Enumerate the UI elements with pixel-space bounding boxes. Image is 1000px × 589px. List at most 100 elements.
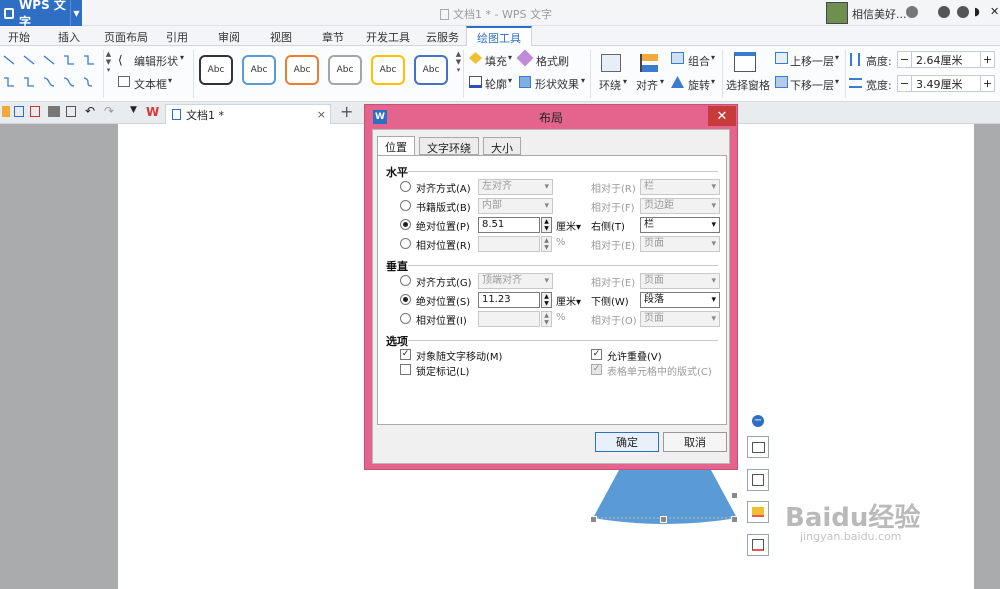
save-icon[interactable] [14,106,24,117]
v-align-radio[interactable] [400,275,411,286]
chevron-down-icon[interactable]: ▾ [581,76,585,85]
height-value[interactable]: 2.64厘米 [912,52,980,68]
allow-overlap-checkbox[interactable]: ✓ [591,349,602,360]
resize-handle[interactable] [731,492,738,499]
settings-icon[interactable] [957,6,969,18]
shape-style-1[interactable]: Abc [199,55,233,85]
h-absolute-input[interactable]: 8.51 [478,217,540,233]
print-icon[interactable] [48,106,60,117]
tab-view[interactable]: 视图 [270,29,292,45]
width-value[interactable]: 3.49厘米 [912,76,980,92]
chevron-down-icon[interactable]: ▾ [660,77,664,86]
v-absolute-input[interactable]: 11.23 [478,292,540,308]
h-absolute-rel-select[interactable]: 栏 [640,217,720,233]
h-align-radio[interactable] [400,181,411,192]
height-stepper[interactable]: − 2.64厘米 + [897,51,995,68]
layout-options-button[interactable] [747,436,769,458]
group-button[interactable]: 组合 [688,53,710,69]
tab-text-wrap[interactable]: 文字环绕 [419,137,479,155]
tab-page-layout[interactable]: 页面布局 [104,29,148,45]
h-book-select[interactable]: 内部 [478,198,553,214]
chevron-down-icon[interactable]: ▾ [711,53,715,62]
rotate-button[interactable]: 旋转 [688,77,710,93]
send-backward-button[interactable]: 下移一层 [790,77,834,93]
redo-icon[interactable]: ↷ [104,104,114,118]
tab-size[interactable]: 大小 [483,137,521,155]
h-align-select[interactable]: 左对齐 [478,179,553,195]
h-book-radio[interactable] [400,200,411,211]
new-tab-icon[interactable]: + [340,102,353,121]
shape-style-3[interactable]: Abc [285,55,319,85]
width-stepper[interactable]: − 3.49厘米 + [897,75,995,92]
close-icon[interactable]: ✕ [708,106,736,126]
v-relative-spinner[interactable]: ▲ ▼ [541,311,552,327]
chevron-down-icon[interactable]: ▾ [711,77,715,86]
chevron-down-icon[interactable]: ▾ [508,76,512,85]
chevron-down-icon[interactable]: ▾ [835,77,839,86]
undo-icon[interactable]: ↶ [85,104,95,118]
edit-shape-side-button[interactable] [747,469,769,491]
styles-scroll[interactable]: ▲ ▼ ▾ [454,50,463,98]
export-pdf-icon[interactable] [30,106,40,117]
resize-handle[interactable] [660,516,667,523]
shape-style-4[interactable]: Abc [328,55,362,85]
print-preview-icon[interactable] [66,106,76,117]
v-relative-radio[interactable] [400,313,411,324]
ok-button[interactable]: 确定 [595,432,659,452]
h-absolute-spinner[interactable]: ▲ ▼ [541,217,552,233]
tab-drawing-tools[interactable]: 绘图工具 [466,26,532,47]
user-name[interactable]: 相信美好... [852,6,907,22]
app-menu-button[interactable]: WPS 文字 ▼ [0,0,82,29]
tab-reference[interactable]: 引用 [166,29,188,45]
fill-button[interactable]: 填充 [485,53,507,69]
tab-start[interactable]: 开始 [8,29,30,45]
increase-icon[interactable]: + [980,52,994,67]
collapse-icon[interactable]: − [752,415,764,427]
v-absolute-spinner[interactable]: ▲ ▼ [541,292,552,308]
shape-style-5[interactable]: Abc [371,55,405,85]
edit-shape-button[interactable]: 编辑形状 [134,53,178,69]
minimize-icon[interactable]: ◗ [974,5,980,18]
chevron-down-icon[interactable]: ▾ [623,77,627,86]
move-with-text-checkbox[interactable]: ✓ [400,349,411,360]
h-relative-rel-select[interactable]: 页面 [640,236,720,252]
table-layout-checkbox[interactable]: ✓ [591,364,602,375]
tab-cloud[interactable]: 云服务 [426,29,459,45]
document-tab[interactable]: 文档1 * × [165,104,331,124]
v-absolute-unit[interactable]: 厘米▾ [556,293,581,308]
h-absolute-unit[interactable]: 厘米▾ [556,218,581,233]
cancel-button[interactable]: 取消 [663,432,727,452]
selection-pane-button[interactable]: 选择窗格 [726,77,770,93]
chevron-down-icon[interactable]: ▾ [180,53,184,62]
h-book-rel-select[interactable]: 页边距 [640,198,720,214]
line-shapes-gallery[interactable] [2,52,98,94]
v-absolute-rel-select[interactable]: 段落 [640,292,720,308]
clock-icon[interactable] [906,6,918,18]
decrease-icon[interactable]: − [898,76,912,91]
v-absolute-radio[interactable] [400,294,411,305]
close-window-icon[interactable]: ✕ [990,5,999,18]
format-brush-button[interactable]: 格式刷 [536,53,569,69]
avatar[interactable] [826,2,848,24]
h-align-rel-select[interactable]: 栏 [640,179,720,195]
close-tab-icon[interactable]: × [317,108,326,121]
fill-side-button[interactable] [747,501,769,523]
v-align-rel-select[interactable]: 页面 [640,273,720,289]
h-relative-spinner[interactable]: ▲ ▼ [541,236,552,252]
align-button[interactable]: 对齐 [636,77,658,93]
resize-handle[interactable] [590,516,597,523]
h-relative-radio[interactable] [400,238,411,249]
bring-forward-button[interactable]: 上移一层 [790,53,834,69]
tab-position[interactable]: 位置 [377,136,415,156]
wrap-button[interactable]: 环绕 [599,77,621,93]
increase-icon[interactable]: + [980,76,994,91]
wps-home-icon[interactable]: W [146,105,159,119]
chevron-down-icon[interactable]: ▼ [130,105,137,115]
tab-review[interactable]: 审阅 [218,29,240,45]
decrease-icon[interactable]: − [898,52,912,67]
open-icon[interactable] [2,106,10,117]
chevron-down-icon[interactable]: ▾ [508,53,512,62]
chevron-down-icon[interactable]: ▾ [835,53,839,62]
lock-anchor-checkbox[interactable] [400,364,411,375]
gallery-scroll[interactable]: ▲ ▼ ▾ [103,50,113,98]
